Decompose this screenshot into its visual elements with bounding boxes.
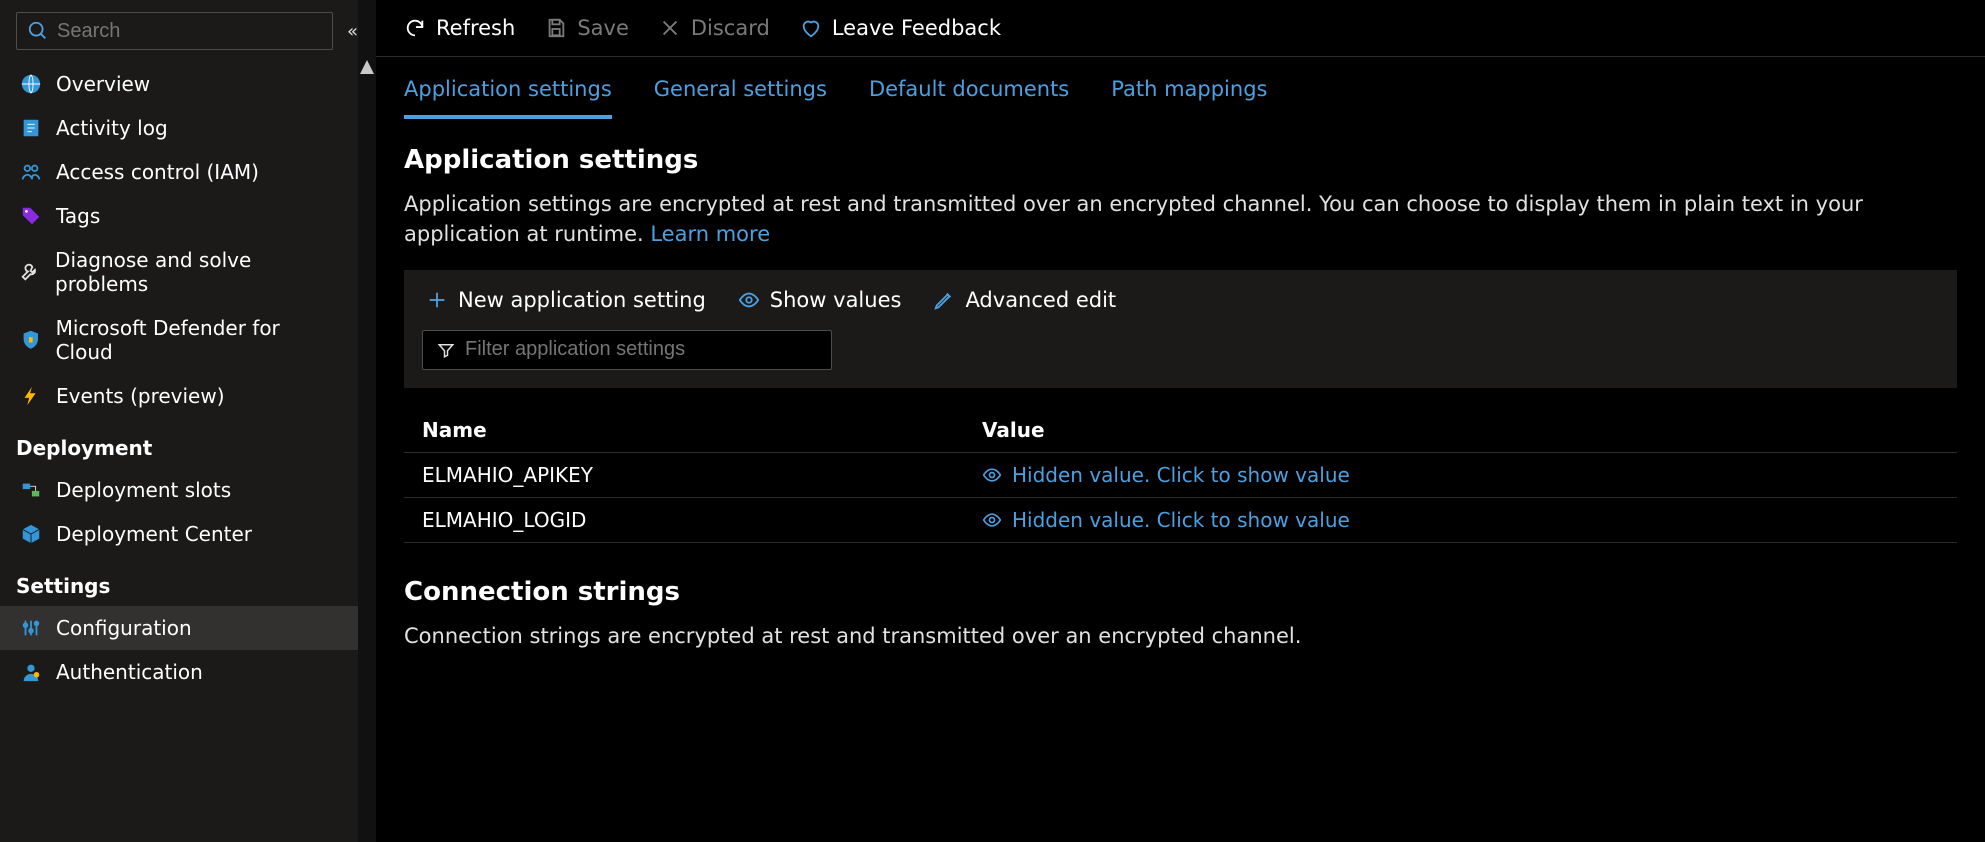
slots-icon <box>20 479 42 501</box>
sidebar-item-label: Authentication <box>56 660 203 684</box>
main-content: Refresh Save Discard Leave Feedback Appl… <box>376 0 1985 842</box>
show-values-label: Show values <box>770 288 902 312</box>
globe-icon <box>20 73 42 95</box>
sidebar: « Overview Activity log Access control (… <box>0 0 358 842</box>
filter-input[interactable] <box>465 338 817 361</box>
sidebar-scrollbar[interactable] <box>358 0 376 842</box>
save-label: Save <box>577 16 629 40</box>
search-input[interactable] <box>57 20 322 43</box>
advanced-edit-label: Advanced edit <box>965 288 1116 312</box>
command-bar: Refresh Save Discard Leave Feedback <box>376 0 1985 56</box>
search-icon <box>27 20 49 42</box>
discard-button: Discard <box>659 16 770 40</box>
scroll-up-arrow-icon[interactable] <box>360 60 374 74</box>
person-icon <box>20 661 42 683</box>
hidden-value-link[interactable]: Hidden value. Click to show value <box>1012 508 1350 532</box>
sidebar-item-label: Access control (IAM) <box>56 160 259 184</box>
feedback-label: Leave Feedback <box>832 16 1001 40</box>
filter-icon <box>437 341 455 359</box>
sidebar-section-deployment: Deployment <box>0 418 358 468</box>
sidebar-item-label: Diagnose and solve problems <box>55 248 338 296</box>
col-header-name[interactable]: Name <box>422 418 982 442</box>
sidebar-item-label: Microsoft Defender for Cloud <box>56 316 338 364</box>
bolt-icon <box>20 385 42 407</box>
learn-more-link[interactable]: Learn more <box>650 222 770 246</box>
sidebar-section-settings: Settings <box>0 556 358 606</box>
sidebar-item-defender[interactable]: Microsoft Defender for Cloud <box>0 306 358 374</box>
appsettings-table: Name Value ELMAHIO_APIKEY Hidden value. … <box>404 408 1957 543</box>
connstrings-heading: Connection strings <box>404 577 1957 607</box>
cube-icon <box>20 523 42 545</box>
sliders-icon <box>20 617 42 639</box>
connection-strings-section: Connection strings Connection strings ar… <box>404 577 1957 651</box>
setting-name: ELMAHIO_LOGID <box>422 508 982 532</box>
filter-box[interactable] <box>422 330 832 370</box>
sidebar-item-label: Tags <box>56 204 100 228</box>
appsettings-toolbar: New application setting Show values Adva… <box>404 270 1957 388</box>
feedback-button[interactable]: Leave Feedback <box>800 16 1001 40</box>
tab-application-settings[interactable]: Application settings <box>404 77 612 119</box>
save-button: Save <box>545 16 629 40</box>
search-row: « <box>0 12 358 62</box>
new-app-setting-button[interactable]: New application setting <box>426 288 706 312</box>
shield-icon <box>20 329 42 351</box>
tab-content: Application settings Application setting… <box>376 119 1985 697</box>
col-header-value[interactable]: Value <box>982 418 1939 442</box>
hidden-value-link[interactable]: Hidden value. Click to show value <box>1012 463 1350 487</box>
appsettings-desc-text: Application settings are encrypted at re… <box>404 192 1863 246</box>
eye-icon[interactable] <box>982 465 1002 485</box>
eye-icon[interactable] <box>982 510 1002 530</box>
collapse-sidebar-button[interactable]: « <box>347 21 358 42</box>
refresh-button[interactable]: Refresh <box>404 16 515 40</box>
refresh-label: Refresh <box>436 16 515 40</box>
connstrings-description: Connection strings are encrypted at rest… <box>404 621 1957 651</box>
iam-icon <box>20 161 42 183</box>
tag-icon <box>20 205 42 227</box>
sidebar-item-events[interactable]: Events (preview) <box>0 374 358 418</box>
sidebar-item-activity-log[interactable]: Activity log <box>0 106 358 150</box>
tab-general-settings[interactable]: General settings <box>654 77 827 119</box>
search-box[interactable] <box>16 12 333 50</box>
sidebar-item-configuration[interactable]: Configuration <box>0 606 358 650</box>
sidebar-item-access-control[interactable]: Access control (IAM) <box>0 150 358 194</box>
sidebar-item-label: Overview <box>56 72 150 96</box>
log-icon <box>20 117 42 139</box>
table-row[interactable]: ELMAHIO_LOGID Hidden value. Click to sho… <box>404 498 1957 543</box>
appsettings-heading: Application settings <box>404 145 1957 175</box>
table-header-row: Name Value <box>404 408 1957 453</box>
sidebar-item-tags[interactable]: Tags <box>0 194 358 238</box>
tabs: Application settings General settings De… <box>376 57 1985 119</box>
tab-default-documents[interactable]: Default documents <box>869 77 1069 119</box>
sidebar-item-deployment-center[interactable]: Deployment Center <box>0 512 358 556</box>
sidebar-item-authentication[interactable]: Authentication <box>0 650 358 694</box>
sidebar-item-diagnose[interactable]: Diagnose and solve problems <box>0 238 358 306</box>
wrench-icon <box>20 261 41 283</box>
tab-path-mappings[interactable]: Path mappings <box>1111 77 1267 119</box>
sidebar-item-label: Configuration <box>56 616 192 640</box>
sidebar-item-label: Activity log <box>56 116 168 140</box>
sidebar-item-deployment-slots[interactable]: Deployment slots <box>0 468 358 512</box>
sidebar-item-label: Deployment slots <box>56 478 231 502</box>
appsettings-description: Application settings are encrypted at re… <box>404 189 1957 250</box>
setting-name: ELMAHIO_APIKEY <box>422 463 982 487</box>
show-values-button[interactable]: Show values <box>738 288 902 312</box>
sidebar-item-overview[interactable]: Overview <box>0 62 358 106</box>
table-row[interactable]: ELMAHIO_APIKEY Hidden value. Click to sh… <box>404 453 1957 498</box>
sidebar-item-label: Events (preview) <box>56 384 225 408</box>
sidebar-item-label: Deployment Center <box>56 522 252 546</box>
new-app-setting-label: New application setting <box>458 288 706 312</box>
advanced-edit-button[interactable]: Advanced edit <box>933 288 1116 312</box>
discard-label: Discard <box>691 16 770 40</box>
